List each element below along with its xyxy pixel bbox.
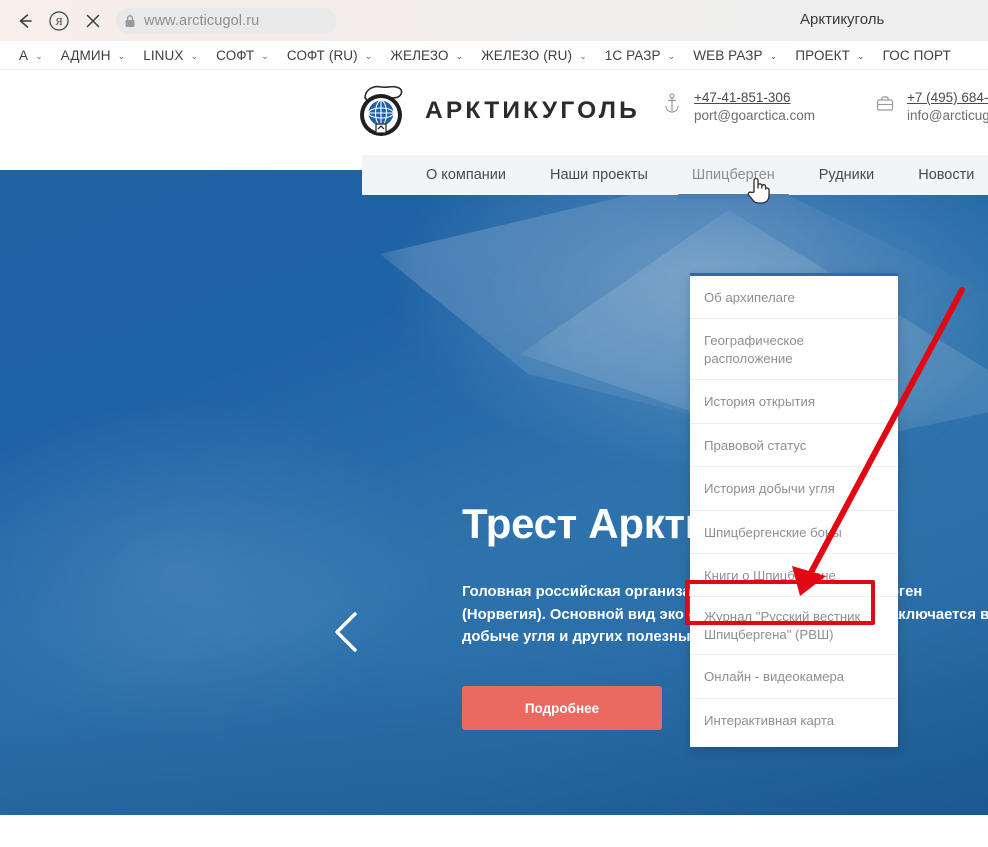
bookmark-item[interactable]: LINUX ⌄	[134, 43, 207, 67]
nav-item-label: О компании	[426, 167, 506, 183]
chevron-down-icon: ⌄	[117, 50, 126, 61]
dropdown-item-shpicbergenskie-bony[interactable]: Шпицбергенские боны	[690, 511, 898, 554]
yandex-logo-button[interactable]: Я	[42, 4, 76, 38]
back-arrow-icon	[19, 13, 32, 28]
site-header: АРКТИКУГОЛЬ +47-41-851-306 port@goarctic…	[0, 70, 988, 155]
dropdown-item-geograficheskoe-raspolozhenie[interactable]: Географическое расположение	[690, 319, 898, 381]
chevron-down-icon: ⌄	[769, 50, 778, 61]
header-contacts: +47-41-851-306 port@goarctica.com +7 (49…	[662, 90, 988, 123]
bookmark-label: СОФТ	[216, 47, 255, 63]
address-bar[interactable]: www.arcticugol.ru	[116, 7, 336, 34]
shpicbergen-dropdown-menu: Об архипелаге Географическое расположени…	[690, 273, 898, 748]
site-logo[interactable]: АРКТИКУГОЛЬ	[355, 82, 640, 140]
nav-item-shpicbergen[interactable]: Шпицберген	[670, 155, 797, 199]
lock-icon	[124, 14, 136, 28]
nav-item-label: Шпицберген	[691, 167, 775, 183]
site-logo-text: АРКТИКУГОЛЬ	[425, 97, 640, 124]
chevron-down-icon: ⌄	[667, 50, 676, 61]
chevron-down-icon: ⌄	[455, 50, 464, 61]
bookmark-item[interactable]: ЖЕЛЕЗО ⌄	[381, 43, 472, 67]
bookmark-label: ГОС ПОРТ	[882, 47, 951, 63]
dropdown-item-onlayn-videokamera[interactable]: Онлайн - видеокамера	[690, 655, 898, 699]
url-text: www.arcticugol.ru	[144, 12, 260, 29]
anchor-icon	[662, 90, 682, 114]
nav-item-novosti[interactable]: Новости	[896, 155, 988, 195]
bookmark-label: ПРОЕКТ	[795, 47, 850, 63]
nav-item-label: Наши проекты	[549, 167, 648, 183]
chevron-down-icon: ⌄	[364, 50, 373, 61]
page-tab-title[interactable]: Арктикуголь	[800, 11, 884, 28]
bookmark-item[interactable]: ГОС ПОРТ	[874, 43, 960, 67]
dropdown-item-pravovoy-status[interactable]: Правовой статус	[690, 424, 898, 468]
stop-button[interactable]	[76, 4, 110, 38]
bookmark-label: A	[19, 47, 29, 63]
bookmark-label: 1С РАЗР	[604, 47, 661, 63]
bookmark-item[interactable]: СОФТ ⌄	[207, 43, 278, 67]
browser-toolbar: Я www.arcticugol.ru Арктикуголь	[0, 0, 988, 41]
contact-email[interactable]: info@arcticugol.	[907, 108, 988, 123]
nav-item-nashi-proekty[interactable]: Наши проекты	[528, 155, 670, 195]
bookmark-label: WEB РАЗР	[693, 47, 763, 63]
nav-item-label: Рудники	[818, 167, 875, 183]
hero-prev-slide-button[interactable]	[325, 608, 369, 656]
chevron-down-icon: ⌄	[35, 50, 43, 61]
close-x-icon	[86, 14, 100, 27]
chevron-down-icon: ⌄	[579, 50, 587, 61]
briefcase-icon	[875, 90, 895, 114]
bookmark-label: АДМИН	[60, 47, 111, 63]
nav-list: О компании Наши проекты Шпицберген Рудни…	[362, 155, 988, 199]
chevron-down-icon: ⌄	[856, 50, 865, 61]
arcticugol-emblem-icon	[360, 85, 403, 136]
bookmark-item[interactable]: ЖЕЛЕЗО (RU) ⌄	[472, 43, 596, 67]
bookmark-label: СОФТ (RU)	[286, 47, 358, 63]
bookmark-item[interactable]: 1С РАЗР ⌄	[596, 43, 684, 67]
contact-phone[interactable]: +7 (495) 684-84	[907, 90, 988, 105]
bookmark-item[interactable]: АДМИН ⌄	[52, 43, 134, 67]
dropdown-item-ob-arhipelage[interactable]: Об архипелаге	[690, 276, 898, 320]
contact-lines: +47-41-851-306 port@goarctica.com	[694, 90, 815, 123]
latest-news-section: Последние новости	[0, 815, 988, 847]
bookmark-item[interactable]: WEB РАЗР ⌄	[684, 43, 786, 67]
svg-text:Я: Я	[55, 16, 63, 28]
bookmark-item[interactable]: ПРОЕКТ ⌄	[786, 43, 873, 67]
dropdown-item-knigi-o-shpicbergene[interactable]: Книги о Шпицбергене	[690, 554, 898, 598]
bookmark-label: LINUX	[143, 47, 184, 63]
yandex-icon: Я	[49, 10, 69, 31]
browser-chrome: Я www.arcticugol.ru Арктикуголь A ⌄ АДМИ…	[0, 0, 988, 70]
nav-item-rudniki[interactable]: Рудники	[797, 155, 896, 195]
contact-lines: +7 (495) 684-84 info@arcticugol.	[907, 90, 988, 123]
dropdown-item-zhurnal-rvsh[interactable]: Журнал "Русский вестник Шпицбергена" (РВ…	[690, 597, 898, 656]
contact-block-office: +7 (495) 684-84 info@arcticugol.	[875, 90, 988, 123]
bookmark-item[interactable]: СОФТ (RU) ⌄	[278, 43, 382, 67]
browser-tabstrip: Я www.arcticugol.ru Арктикуголь	[0, 0, 988, 41]
page-viewport: Трест Арктикуголь Головная российская ор…	[0, 70, 988, 847]
dropdown-item-istoriya-otkrytiya[interactable]: История открытия	[690, 380, 898, 424]
chevron-left-icon	[335, 612, 357, 652]
nav-item-label: Новости	[918, 167, 975, 183]
dropdown-item-interaktivnaya-karta[interactable]: Интерактивная карта	[690, 699, 898, 741]
bookmark-item[interactable]: A ⌄	[10, 43, 52, 67]
bookmark-label: ЖЕЛЕЗО (RU)	[481, 47, 573, 63]
bookmark-label: ЖЕЛЕЗО	[390, 47, 449, 63]
chevron-down-icon: ⌄	[261, 50, 269, 61]
bookmarks-bar: A ⌄ АДМИН ⌄ LINUX ⌄ СОФТ ⌄ СОФТ (RU) ⌄ Ж…	[0, 41, 988, 70]
contact-email[interactable]: port@goarctica.com	[694, 108, 815, 123]
nav-item-o-kompanii[interactable]: О компании	[404, 155, 528, 195]
screenshot-root: Я www.arcticugol.ru Арктикуголь A ⌄ АДМИ…	[0, 0, 988, 847]
site-navbar: О компании Наши проекты Шпицберген Рудни…	[362, 155, 988, 199]
contact-block-port: +47-41-851-306 port@goarctica.com	[662, 90, 815, 123]
back-button[interactable]	[8, 4, 42, 38]
dropdown-item-istoriya-dobychi-uglya[interactable]: История добычи угля	[690, 467, 898, 511]
hero-more-button[interactable]: Подробнее	[462, 686, 662, 731]
contact-phone[interactable]: +47-41-851-306	[694, 90, 815, 105]
chevron-down-icon: ⌄	[190, 50, 199, 61]
